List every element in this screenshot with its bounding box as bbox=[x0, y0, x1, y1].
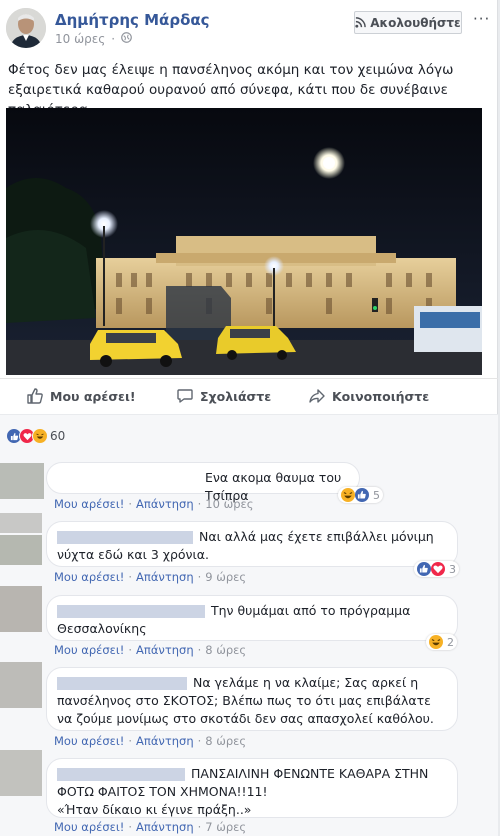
dot-separator: · bbox=[197, 820, 202, 834]
haha-reaction-icon bbox=[32, 428, 48, 444]
comment-reply-link[interactable]: Απάντηση bbox=[136, 497, 194, 511]
comment-reply-link[interactable]: Απάντηση bbox=[136, 820, 194, 834]
blurred-author-name[interactable] bbox=[57, 605, 205, 618]
comment-reactions[interactable]: 2 bbox=[426, 634, 457, 650]
more-options-button[interactable]: ··· bbox=[473, 10, 490, 28]
comment-reaction-count: 2 bbox=[447, 635, 454, 649]
share-icon bbox=[309, 389, 325, 403]
comment-like-link[interactable]: Μου αρέσει! bbox=[54, 734, 124, 748]
comment-time[interactable]: 8 ώρες bbox=[205, 643, 246, 657]
comment-bubble: Την θυμάμαι από το πρόγραμμα Θεσσαλονίκη… bbox=[46, 595, 458, 641]
author-avatar[interactable] bbox=[6, 8, 46, 48]
dot-separator: · bbox=[197, 734, 202, 748]
comment-reaction-count: 5 bbox=[373, 488, 380, 502]
post-meta: 10 ώρες · bbox=[55, 32, 132, 46]
share-label: Κοινοποιήστε bbox=[332, 388, 430, 404]
comment-avatar-part bbox=[0, 535, 42, 565]
comment-avatar[interactable] bbox=[0, 586, 42, 632]
comment-like-link[interactable]: Μου αρέσει! bbox=[54, 570, 124, 584]
comment-bubble: ΠΑΝΣΑΙΛΙΝΗ ΦΕΝΩΝΤΕ ΚΑΘΑΡΑ ΣΤΗΝ ΦΟΤΩ ΦΑΙΤ… bbox=[46, 758, 458, 818]
like-reaction-icon bbox=[417, 562, 431, 576]
comment-reactions[interactable]: 5 bbox=[338, 487, 383, 503]
dot-separator: · bbox=[128, 570, 133, 584]
post-photo[interactable] bbox=[6, 108, 482, 375]
post-actions: Μου αρέσει! Σχολιάστε Κοινοποιήστε bbox=[0, 378, 498, 412]
comment-reply-link[interactable]: Απάντηση bbox=[136, 570, 194, 584]
rss-icon bbox=[355, 17, 367, 28]
comment-bubble: Ενα ακομα θαυμα του Τσίπρα bbox=[46, 462, 360, 503]
blurred-author-name[interactable] bbox=[57, 531, 193, 544]
haha-reaction-icon bbox=[341, 488, 355, 502]
dot-separator: · bbox=[197, 570, 202, 584]
author-name[interactable]: Δημήτρης Μάρδας bbox=[55, 11, 210, 29]
comment-avatar[interactable] bbox=[0, 513, 42, 533]
comment-button[interactable]: Σχολιάστε bbox=[176, 387, 271, 405]
comment-like-link[interactable]: Μου αρέσει! bbox=[54, 497, 124, 511]
blurred-author-name[interactable] bbox=[57, 677, 187, 690]
reactions-count[interactable]: 60 bbox=[50, 429, 65, 443]
comment-time[interactable]: 10 ώρες bbox=[205, 497, 253, 511]
comment-like-link[interactable]: Μου αρέσει! bbox=[54, 820, 124, 834]
comment-avatar[interactable] bbox=[0, 750, 42, 796]
comment-time[interactable]: 9 ώρες bbox=[205, 570, 246, 584]
like-button[interactable]: Μου αρέσει! bbox=[26, 387, 136, 405]
comment-like-link[interactable]: Μου αρέσει! bbox=[54, 643, 124, 657]
post-time[interactable]: 10 ώρες bbox=[55, 32, 105, 46]
share-button[interactable]: Κοινοποιήστε bbox=[308, 387, 429, 405]
comment-reply-link[interactable]: Απάντηση bbox=[136, 734, 194, 748]
dot-separator: · bbox=[128, 643, 133, 657]
comment-quote: «Ήταν δίκαιο κι έγινε πράξη..» bbox=[57, 802, 252, 817]
love-reaction-icon bbox=[431, 562, 445, 576]
reactions-summary[interactable]: 60 bbox=[0, 414, 498, 457]
comment-reply-link[interactable]: Απάντηση bbox=[136, 643, 194, 657]
comment-reaction-count: 3 bbox=[449, 562, 456, 576]
comment-avatar[interactable] bbox=[0, 662, 42, 708]
comment-actions: Μου αρέσει! · Απάντηση · 7 ώρες bbox=[54, 820, 246, 834]
comment-actions: Μου αρέσει! · Απάντηση · 8 ώρες bbox=[54, 643, 246, 657]
post-card: Δημήτρης Μάρδας 10 ώρες · Ακολουθήστε ··… bbox=[0, 0, 498, 414]
comment-actions: Μου αρέσει! · Απάντηση · 9 ώρες bbox=[54, 570, 246, 584]
dot-separator: · bbox=[111, 32, 116, 46]
follow-button[interactable]: Ακολουθήστε bbox=[354, 11, 462, 34]
dot-separator: · bbox=[197, 643, 202, 657]
comment-icon bbox=[177, 389, 193, 403]
comment-reactions[interactable]: 3 bbox=[414, 561, 459, 577]
follow-label: Ακολουθήστε bbox=[370, 15, 461, 30]
thumbs-up-icon bbox=[27, 388, 43, 404]
comment-avatar[interactable] bbox=[0, 463, 44, 499]
dot-separator: · bbox=[128, 734, 133, 748]
comment-bubble: Ναι αλλά μας έχετε επιβάλλει μόνιμη νύχτ… bbox=[46, 521, 458, 567]
haha-reaction-icon bbox=[429, 635, 443, 649]
dot-separator: · bbox=[128, 497, 133, 511]
dot-separator: · bbox=[128, 820, 133, 834]
comment-actions: Μου αρέσει! · Απάντηση · 10 ώρες bbox=[54, 497, 253, 511]
globe-icon[interactable] bbox=[121, 32, 132, 46]
blurred-author-name[interactable] bbox=[57, 768, 185, 781]
comment-time[interactable]: 7 ώρες bbox=[205, 820, 246, 834]
comment-label: Σχολιάστε bbox=[200, 388, 272, 404]
comment-actions: Μου αρέσει! · Απάντηση · 8 ώρες bbox=[54, 734, 246, 748]
comment-bubble: Να γελάμε η να κλαίμε; Σας αρκεί η πανσέ… bbox=[46, 667, 458, 731]
comment-time[interactable]: 8 ώρες bbox=[205, 734, 246, 748]
dot-separator: · bbox=[197, 497, 202, 511]
like-reaction-icon bbox=[355, 488, 369, 502]
like-label: Μου αρέσει! bbox=[50, 388, 136, 404]
